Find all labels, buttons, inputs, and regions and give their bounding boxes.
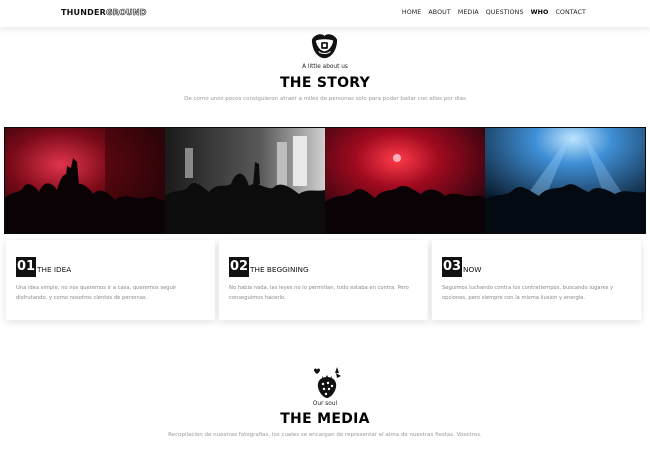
story-eyebrow: A little about us bbox=[302, 64, 348, 70]
media-eyebrow: Our soul bbox=[312, 401, 338, 407]
photo-red-crowd bbox=[5, 128, 165, 233]
photo-strip bbox=[4, 127, 646, 234]
site-header: THUNDERGROUND HOME ABOUT MEDIA QUESTIONS… bbox=[0, 0, 650, 27]
media-title: THE MEDIA bbox=[280, 411, 370, 427]
logo-solid-text: THUNDER bbox=[61, 8, 107, 17]
card-beggining: 02 THE BEGGINING No habia nada, las leye… bbox=[219, 240, 428, 320]
nav-home[interactable]: HOME bbox=[402, 9, 422, 16]
main-nav: HOME ABOUT MEDIA QUESTIONS WHO CONTACT bbox=[402, 9, 586, 16]
photo-bw-crowd bbox=[165, 128, 325, 233]
card-title: THE BEGGINING bbox=[250, 265, 309, 274]
card-number: 01 bbox=[16, 257, 36, 277]
site-logo[interactable]: THUNDERGROUND bbox=[61, 8, 147, 18]
nav-about[interactable]: ABOUT bbox=[428, 9, 450, 16]
card-title: THE IDEA bbox=[37, 265, 72, 274]
strawberry-icon bbox=[314, 367, 341, 398]
photo-red-club bbox=[325, 128, 485, 233]
card-number: 02 bbox=[229, 257, 249, 277]
nav-media[interactable]: MEDIA bbox=[458, 9, 479, 16]
card-number: 03 bbox=[442, 257, 462, 277]
story-subtitle: De como unos pocos consiguieron atraer a… bbox=[184, 96, 466, 102]
logo-outline-text: GROUND bbox=[106, 8, 147, 18]
nav-questions[interactable]: QUESTIONS bbox=[486, 9, 524, 16]
nav-who[interactable]: WHO bbox=[531, 9, 549, 16]
mouth-icon bbox=[311, 34, 338, 59]
media-subtitle: Recopilacion de nuestras fotografias, lo… bbox=[168, 432, 482, 438]
card-title: NOW bbox=[463, 265, 482, 274]
card-now: 03 NOW Seguimos luchando contra los cont… bbox=[432, 240, 641, 320]
card-text: Una idea simple, no nos queremos ir a ca… bbox=[16, 285, 177, 301]
card-text: No habia nada, las leyes no lo permitian… bbox=[229, 285, 409, 301]
photo-blue-lights bbox=[485, 128, 645, 233]
card-idea: 01 THE IDEA Una idea simple, no nos quer… bbox=[6, 240, 215, 320]
card-text: Seguimos luchando contra los contratiemp… bbox=[442, 285, 614, 301]
story-title: THE STORY bbox=[279, 75, 371, 91]
nav-contact[interactable]: CONTACT bbox=[555, 9, 586, 16]
